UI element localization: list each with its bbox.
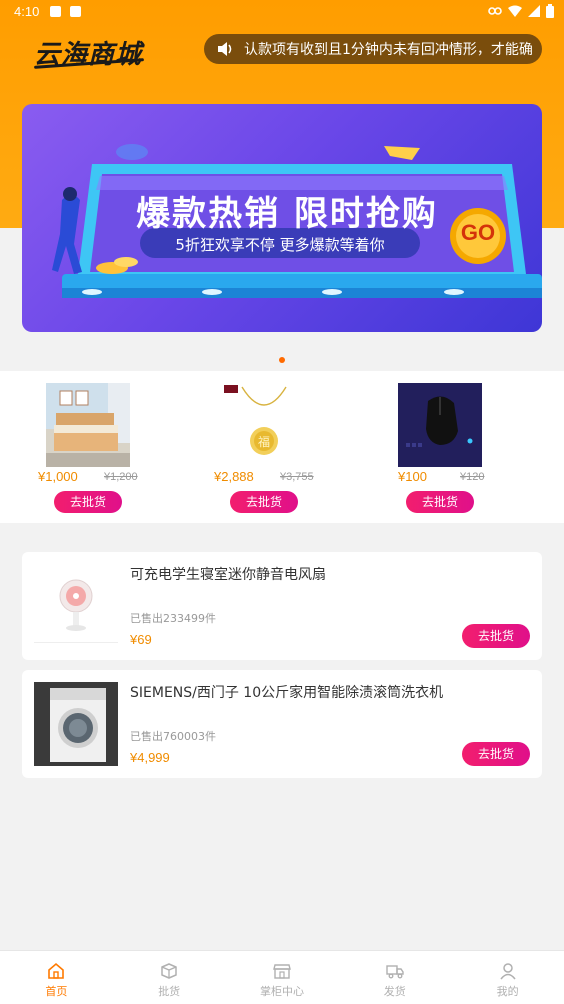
notice-bar[interactable]: 认款项有收到且1分钟内未有回冲情形，才能确 xyxy=(204,34,542,64)
product-title: 可充电学生寝室迷你静音电风扇 xyxy=(130,567,326,583)
status-bar: 4:10 xyxy=(0,0,564,24)
tab-home[interactable]: 首页 xyxy=(0,951,113,1004)
promo-banner[interactable]: 爆款热销 限时抢购 5折狂欢享不停 更多爆款等着你 GO xyxy=(22,104,542,332)
status-time: 4:10 xyxy=(14,4,40,19)
tab-label: 发货 xyxy=(383,985,406,998)
speaker-icon xyxy=(218,42,232,56)
featured-price: ¥1,000 xyxy=(38,469,78,484)
store-icon xyxy=(273,964,291,979)
tab-label: 掌柜中心 xyxy=(259,985,304,998)
featured-old-price: ¥1,200 xyxy=(104,471,138,483)
banner-subline: 5折狂欢享不停 更多爆款等着你 xyxy=(175,236,385,254)
user-icon xyxy=(499,963,516,980)
featured-strip: ¥1,000 ¥1,200 去批货 福 ¥2,888 ¥3,755 去批货 ¥1… xyxy=(0,371,564,523)
notice-text: 认款项有收到且1分钟内未有回冲情形，才能确 xyxy=(244,42,533,58)
necklace-image: 福 xyxy=(222,383,306,467)
notification-icon xyxy=(50,6,61,17)
featured-item[interactable]: 福 ¥2,888 ¥3,755 去批货 xyxy=(192,371,342,523)
featured-old-price: ¥3,755 xyxy=(280,471,314,483)
banner-headline: 爆款热销 限时抢购 xyxy=(136,194,438,234)
notification-icon xyxy=(70,6,81,17)
featured-item[interactable]: ¥100 ¥120 去批货 xyxy=(368,371,518,523)
product-card[interactable]: SIEMENS/西门子 10公斤家用智能除渍滚筒洗衣机 已售出760003件 ¥… xyxy=(22,670,542,778)
product-price: ¥69 xyxy=(130,632,152,647)
link-icon xyxy=(488,7,502,15)
featured-price: ¥2,888 xyxy=(214,469,254,484)
wholesale-button[interactable]: 去批货 xyxy=(230,491,298,513)
wholesale-button[interactable]: 去批货 xyxy=(54,491,122,513)
sold-count: 已售出233499件 xyxy=(130,612,216,625)
banner-go-button[interactable]: GO xyxy=(456,220,500,246)
carousel-indicator xyxy=(279,357,285,363)
bottom-tab-bar: 首页 批货 掌柜中心 发货 我的 xyxy=(0,950,564,1004)
tab-label: 批货 xyxy=(158,985,181,998)
featured-price: ¥100 xyxy=(398,469,427,484)
sold-count: 已售出760003件 xyxy=(130,730,216,743)
product-card[interactable]: 可充电学生寝室迷你静音电风扇 已售出233499件 ¥69 去批货 xyxy=(22,552,542,660)
tab-label: 我的 xyxy=(496,985,519,998)
signal-icon xyxy=(528,5,540,17)
battery-icon xyxy=(546,4,554,18)
tab-label: 首页 xyxy=(45,985,68,998)
tab-wholesale[interactable]: 批货 xyxy=(113,951,226,1004)
bed-image xyxy=(46,383,130,467)
wholesale-button[interactable]: 去批货 xyxy=(462,624,530,648)
product-price: ¥4,999 xyxy=(130,750,170,765)
truck-icon xyxy=(386,965,404,979)
wholesale-button[interactable]: 去批货 xyxy=(406,491,474,513)
featured-item[interactable]: ¥1,000 ¥1,200 去批货 xyxy=(16,371,166,523)
wifi-icon xyxy=(508,5,522,17)
featured-old-price: ¥120 xyxy=(460,471,485,483)
washer-image xyxy=(34,682,118,766)
wholesale-button[interactable]: 去批货 xyxy=(462,742,530,766)
svg-text:福: 福 xyxy=(258,434,270,449)
home-icon xyxy=(48,962,65,979)
tab-shipping[interactable]: 发货 xyxy=(338,951,451,1004)
product-title: SIEMENS/西门子 10公斤家用智能除渍滚筒洗衣机 xyxy=(130,685,444,701)
status-icons xyxy=(488,4,554,18)
box-icon xyxy=(161,963,177,979)
mouse-image xyxy=(398,383,482,467)
tab-store-center[interactable]: 掌柜中心 xyxy=(226,951,339,1004)
fan-image xyxy=(34,564,118,648)
tab-profile[interactable]: 我的 xyxy=(451,951,564,1004)
